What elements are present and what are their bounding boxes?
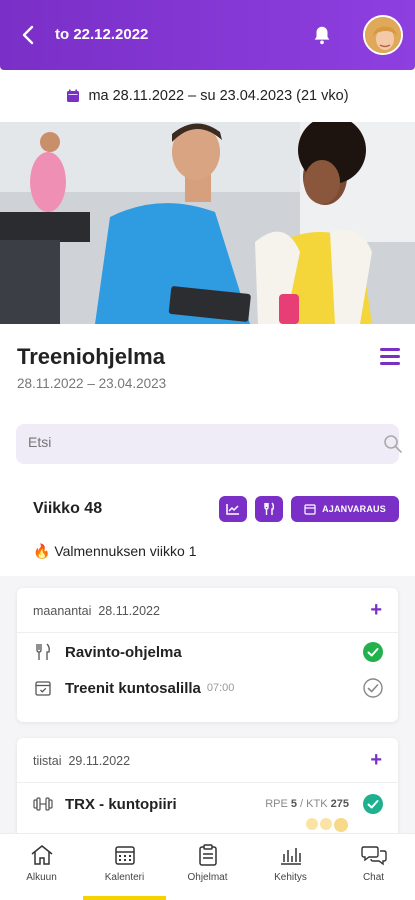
period-strip: ma 28.11.2022 – su 23.04.2023 (21 vko) [0,70,415,122]
calendar-icon [67,89,80,102]
check-pending-icon[interactable] [363,678,383,698]
item-name: Treenit kuntosalilla [65,679,201,697]
notifications-button[interactable] [311,24,333,46]
rpe-value: 5 [290,798,297,810]
booking-button[interactable]: AJANVARAUS [291,496,399,522]
add-button[interactable]: + [370,750,382,770]
list-item[interactable]: Ravinto-ohjelma [33,640,383,664]
coaching-week: 🔥 Valmennuksen viikko 1 [33,543,196,560]
clipboard-icon [198,844,217,866]
item-meta: RPE 5 / KTK 275 [265,798,349,810]
hero-image [0,122,415,324]
header-title: to 22.12.2022 [55,26,149,43]
nav-label: Kehitys [274,872,307,883]
bar-chart-icon [280,848,301,865]
stats-button[interactable] [219,496,247,522]
home-icon [31,845,52,865]
menu-line [380,362,400,365]
nutrition-button[interactable] [255,496,283,522]
day-card-tuesday: tiistai 29.11.2022 + TRX - kuntopiiri RP… [17,738,398,848]
app-header: to 22.12.2022 [0,0,415,70]
nav-label: Alkuun [26,872,57,883]
emoji-icon [320,818,332,830]
period-text: ma 28.11.2022 – su 23.04.2023 (21 vko) [88,88,349,104]
emoji-icon [306,818,318,830]
avatar[interactable] [363,15,403,55]
cutlery-icon [264,502,275,515]
divider [17,782,398,783]
day-date: 28.11.2022 [98,604,160,618]
chart-icon [226,504,239,515]
coaching-week-label: Valmennuksen viikko 1 [54,543,197,559]
gym-photo [0,122,415,324]
chat-icon [360,846,387,866]
program-card: Treeniohjelma 28.11.2022 – 23.04.2023 Vi… [0,324,415,576]
nav-item-progress[interactable]: Kehitys [249,834,332,900]
calendar-check-icon [33,678,53,698]
rpe-label: RPE [265,798,288,810]
menu-button[interactable] [380,348,400,366]
emoji-icon [334,818,348,832]
day-header: maanantai 28.11.2022 [33,604,160,618]
page-title: Treeniohjelma [17,344,165,369]
nav-item-calendar[interactable]: Kalenteri [83,834,166,900]
chevron-left-icon [22,25,34,45]
list-item[interactable]: Treenit kuntosalilla 07:00 [33,676,383,700]
nav-label: Ohjelmat [187,872,228,883]
nav-item-programs[interactable]: Ohjelmat [166,834,249,900]
bell-icon [314,26,330,45]
bottom-nav: Alkuun Kalenteri Ohjelmat Kehitys Chat [0,833,415,900]
day-weekday: tiistai [33,754,62,768]
booking-label: AJANVARAUS [322,504,386,514]
dumbbell-icon [33,794,53,814]
program-dates: 28.11.2022 – 23.04.2023 [17,376,167,391]
search-bar [16,424,402,464]
user-avatar-icon [365,17,401,53]
menu-line [380,355,400,358]
search-input[interactable] [28,434,348,450]
ktk-label: KTK [306,798,328,810]
day-header: tiistai 29.11.2022 [33,754,130,768]
nav-label: Chat [362,872,385,883]
search-icon[interactable] [383,434,403,454]
day-weekday: maanantai [33,604,92,618]
list-item[interactable]: TRX - kuntopiiri RPE 5 / KTK 275 [33,792,383,816]
fire-icon: 🔥 [33,543,51,559]
day-card-monday: maanantai 28.11.2022 + Ravinto-ohjelma T… [17,588,398,722]
nav-item-chat[interactable]: Chat [332,834,415,900]
menu-line [380,348,400,351]
add-button[interactable]: + [370,600,382,620]
nav-item-home[interactable]: Alkuun [0,834,83,900]
ktk-value: 275 [330,798,349,810]
cutlery-icon [33,642,53,662]
week-label: Viikko 48 [33,500,103,517]
nav-label: Kalenteri [104,872,145,883]
emoji-reactions [306,818,348,832]
check-done-icon[interactable] [363,794,383,814]
check-done-icon[interactable] [363,642,383,662]
day-date: 29.11.2022 [68,754,131,768]
calendar-icon [304,504,316,515]
calendar-icon [114,846,135,865]
divider [17,632,398,633]
item-name: Ravinto-ohjelma [65,643,182,661]
item-time: 07:00 [206,682,235,694]
back-button[interactable] [16,22,40,48]
item-name: TRX - kuntopiiri [65,795,177,813]
